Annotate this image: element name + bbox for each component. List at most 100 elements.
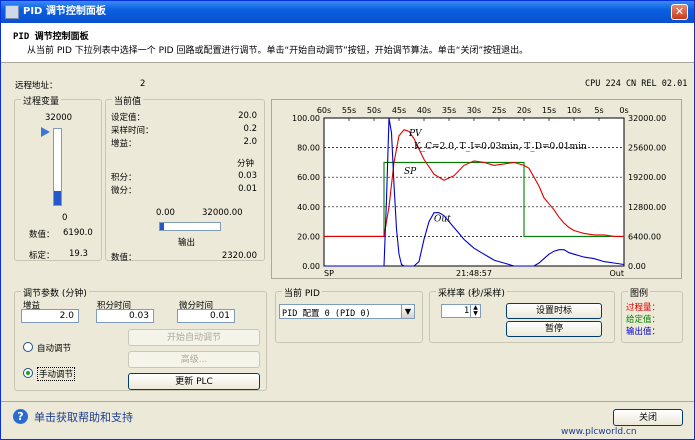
set-time-button[interactable]: 设置时标 <box>506 303 602 319</box>
remote-address-label: 远程地址： <box>15 81 58 91</box>
pv-scale-label: 标定： <box>29 251 55 261</box>
pv-scale: 19.3 <box>69 249 88 259</box>
pv-bottom-value: 0 <box>62 213 68 223</box>
sample-time-label: 采样时间： <box>111 126 154 136</box>
update-plc-button[interactable]: 更新 PLC <box>128 373 260 390</box>
legend-out: 输出值： <box>626 327 661 337</box>
dropdown-arrow-icon[interactable]: ▼ <box>401 305 414 318</box>
setpoint-label: 设定值： <box>111 113 146 123</box>
y-right-tick-label: 12800.00 <box>628 203 666 212</box>
pv-series-label: PV <box>408 129 423 139</box>
advanced-button[interactable]: 高级... <box>128 351 260 368</box>
spin-arrows-icon[interactable]: ▲ ▼ <box>470 305 480 317</box>
trend-chart: 100.00 80.00 60.00 40.00 20.00 0.00 32000.00 25… <box>292 106 666 278</box>
title-bar[interactable]: PID 调节控制面板 ✕ <box>1 1 694 23</box>
output-min: 0.00 <box>156 208 175 218</box>
output-bar <box>159 222 221 231</box>
manual-tune-label: 手动调节 <box>37 367 76 381</box>
app-icon <box>5 5 19 19</box>
current-values-label: 当前值 <box>112 94 144 107</box>
current-pid-label: 当前 PID <box>282 286 322 299</box>
integral-label: 积分： <box>111 173 137 183</box>
x-tick-label: 50s <box>367 106 381 115</box>
y-right-tick-label: 32000.00 <box>628 114 666 123</box>
pv-value-label: 数值： <box>29 230 55 240</box>
sample-time-value: 0.2 <box>243 124 257 134</box>
pv-top-value: 32000 <box>45 113 73 123</box>
manual-tune-radio[interactable] <box>23 368 33 378</box>
header-title: PID 调节控制面板 <box>13 32 89 42</box>
header-panel: PID 调节控制面板 从当前 PID 下拉列表中选择一个 PID 回路或配置进行… <box>1 23 694 63</box>
setpoint-marker-icon <box>41 127 50 137</box>
y-left-tick-label: 100.00 <box>292 114 320 123</box>
legend-pv: 过程量： <box>626 303 661 313</box>
process-variable-label: 过程变量 <box>21 94 62 107</box>
y-right-tick-label: 6400.00 <box>628 232 661 241</box>
output-max: 32000.00 <box>202 208 243 218</box>
start-auto-tune-button[interactable]: 开始自动调节 <box>128 329 260 346</box>
y-left-tick-label: 80.00 <box>297 144 320 153</box>
y-left-tick-label: 20.00 <box>297 232 320 241</box>
auto-tune-label: 自动调节 <box>37 344 72 354</box>
bottom-right-label: Out <box>609 269 624 278</box>
footer-bar: ? 单击获取帮助和支持 关闭 www.plcworld.cn <box>1 401 694 439</box>
derivative-input[interactable]: 0.01 <box>177 309 235 323</box>
legend-title: 图例 <box>628 286 651 299</box>
x-tick-label: 30s <box>467 106 481 115</box>
y-right-tick-label: 0.00 <box>628 262 646 271</box>
x-tick-label: 60s <box>317 106 331 115</box>
pause-button[interactable]: 暂停 <box>506 321 602 337</box>
bottom-left-label: SP <box>324 269 334 278</box>
x-tick-label: 10s <box>567 106 581 115</box>
help-icon[interactable]: ? <box>13 409 28 424</box>
integral-input[interactable]: 0.03 <box>96 309 154 323</box>
pid-select-value: PID 配置 0 (PID 0) <box>282 309 371 319</box>
output-bar-fill <box>160 223 165 230</box>
x-tick-label: 5s <box>594 106 603 115</box>
auto-tune-radio[interactable] <box>23 342 33 352</box>
trend-chart-panel: 100.00 80.00 60.00 40.00 20.00 0.00 32000.00 25… <box>271 99 682 279</box>
gain-input[interactable]: 2.0 <box>21 309 79 323</box>
x-tick-label: 20s <box>517 106 531 115</box>
y-right-tick-label: 25600.00 <box>628 144 666 153</box>
close-icon[interactable]: ✕ <box>671 4 688 20</box>
cpu-info: CPU 224 CN REL 02.01 <box>585 79 688 89</box>
pv-bar-fill <box>54 190 61 205</box>
remote-address-value: 2 <box>140 79 146 89</box>
setpoint-value: 20.0 <box>238 111 257 121</box>
y-left-tick-label: 0.00 <box>302 262 320 271</box>
y-left-tick-label: 40.00 <box>297 203 320 212</box>
x-tick-label: 45s <box>392 106 406 115</box>
x-tick-label: 40s <box>417 106 431 115</box>
sp-series-label: SP <box>404 167 417 177</box>
pv-bar <box>53 128 62 206</box>
pv-value: 6190.0 <box>63 228 93 238</box>
integral-value: 0.03 <box>238 171 257 181</box>
window-title: PID 调节控制面板 <box>23 6 106 17</box>
gain-label: 增益： <box>111 139 137 149</box>
pid-tuning-window: PID 调节控制面板 ✕ PID 调节控制面板 从当前 PID 下拉列表中选择一… <box>0 0 695 440</box>
x-tick-label: 35s <box>442 106 456 115</box>
pid-select[interactable]: PID 配置 0 (PID 0) ▼ <box>279 304 415 319</box>
help-link[interactable]: 单击获取帮助和支持 <box>34 409 133 425</box>
output-value: 2320.00 <box>221 251 257 261</box>
close-button[interactable]: 关闭 <box>613 409 683 426</box>
gain-value: 2.0 <box>243 137 257 147</box>
plot-area <box>323 117 625 267</box>
output-value-label: 数值： <box>111 253 137 263</box>
x-tick-label: 55s <box>342 106 356 115</box>
x-tick-label: 0s <box>619 106 628 115</box>
x-tick-label: 25s <box>492 106 506 115</box>
out-series-label: Out <box>434 215 451 225</box>
legend-sp: 给定值： <box>626 315 661 325</box>
minute-label: 分钟 <box>237 159 255 169</box>
y-left-tick-label: 60.00 <box>297 173 320 182</box>
sample-rate-value: 1 <box>464 306 470 316</box>
header-description: 从当前 PID 下拉列表中选择一个 PID 回路或配置进行调节。单击“开始自动调… <box>27 46 529 56</box>
derivative-value: 0.01 <box>238 184 257 194</box>
bottom-center-time: 21:48:57 <box>456 269 492 278</box>
tuning-params-label: 调节参数 (分钟) <box>21 286 89 299</box>
sample-rate-stepper[interactable]: 1 ▲ ▼ <box>441 304 481 318</box>
sample-rate-label: 采样率 (秒/采样) <box>436 286 507 299</box>
tuning-annotation: K_C=2.0, T_I=0.03min, T_D=0.01min <box>414 142 587 152</box>
